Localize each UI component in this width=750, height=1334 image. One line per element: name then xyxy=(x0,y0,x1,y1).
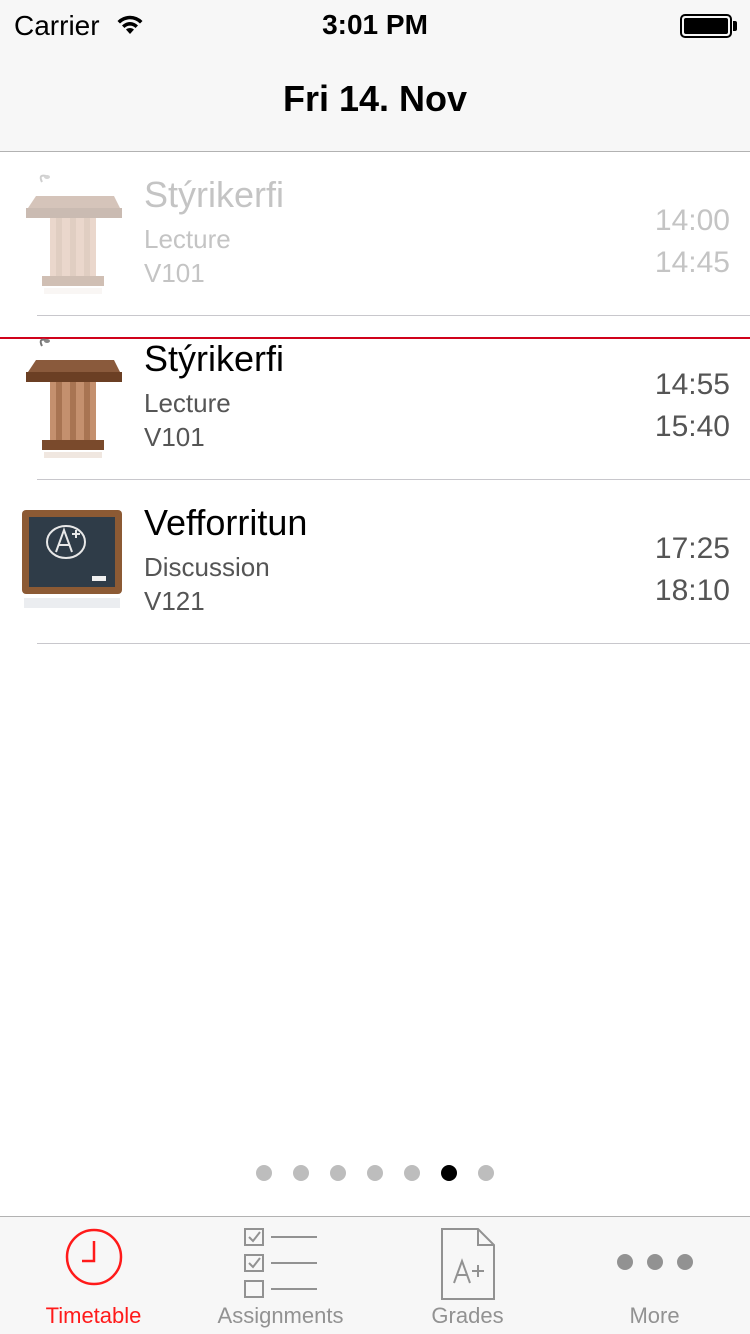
room-label: V121 xyxy=(144,586,205,616)
tab-label: More xyxy=(629,1303,680,1328)
tab-label: Assignments xyxy=(217,1303,344,1328)
battery-icon xyxy=(680,14,738,38)
status-bar: Carrier 3:01 PM xyxy=(0,0,750,52)
page-dot[interactable] xyxy=(404,1165,420,1181)
podium-icon xyxy=(26,338,122,458)
page-dot-current[interactable] xyxy=(441,1165,457,1181)
start-time: 14:00 xyxy=(654,204,730,237)
checklist-icon xyxy=(243,1228,317,1298)
page-dot[interactable] xyxy=(293,1165,309,1181)
page-dot[interactable] xyxy=(478,1165,494,1181)
course-name: Stýrikerfi xyxy=(144,174,285,215)
start-time: 14:55 xyxy=(654,368,730,401)
tab-grades[interactable]: Grades xyxy=(374,1217,561,1334)
page-title: Fri 14. Nov xyxy=(282,78,468,119)
tab-label: Grades xyxy=(431,1303,504,1328)
class-type: Lecture xyxy=(144,388,231,418)
tab-assignments[interactable]: Assignments xyxy=(187,1217,374,1334)
clock-icon xyxy=(65,1228,122,1286)
page-dot[interactable] xyxy=(367,1165,383,1181)
timetable-row[interactable]: Stýrikerfi Lecture V101 14:00 14:45 xyxy=(0,152,750,316)
page-indicator[interactable] xyxy=(0,1165,750,1183)
tab-timetable[interactable]: Timetable xyxy=(0,1217,187,1334)
page-dot[interactable] xyxy=(330,1165,346,1181)
course-name: Vefforritun xyxy=(144,502,308,543)
navigation-bar: Carrier 3:01 PM Fri 14. Nov xyxy=(0,0,750,152)
room-label: V101 xyxy=(144,422,205,452)
tab-label: Timetable xyxy=(45,1303,142,1328)
timetable-row[interactable]: Stýrikerfi Lecture V101 14:55 15:40 xyxy=(0,316,750,480)
status-time: 3:01 PM xyxy=(322,9,428,40)
row-divider xyxy=(37,643,750,644)
tab-bar: Timetable Assignments Grades More xyxy=(0,1216,750,1334)
timetable-screen: Carrier 3:01 PM Fri 14. Nov Stýrikerfi L… xyxy=(0,0,750,1334)
grade-document-icon xyxy=(440,1228,495,1300)
course-name: Stýrikerfi xyxy=(144,338,285,379)
podium-icon xyxy=(26,174,122,294)
end-time: 15:40 xyxy=(654,410,730,443)
class-type: Discussion xyxy=(144,552,270,582)
end-time: 14:45 xyxy=(654,246,730,279)
more-dots-icon xyxy=(616,1254,693,1270)
end-time: 18:10 xyxy=(654,574,730,607)
timetable-row[interactable]: Vefforritun Discussion V121 17:25 18:10 xyxy=(0,480,750,644)
tab-more[interactable]: More xyxy=(561,1217,748,1334)
chalkboard-icon xyxy=(22,510,122,608)
class-type: Lecture xyxy=(144,224,231,254)
page-dot[interactable] xyxy=(256,1165,272,1181)
start-time: 17:25 xyxy=(654,532,730,565)
room-label: V101 xyxy=(144,258,205,288)
